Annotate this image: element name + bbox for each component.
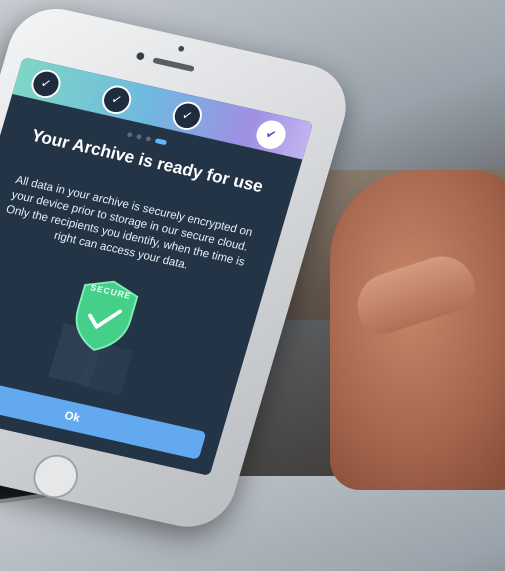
- page-dot: [145, 136, 152, 142]
- pagination-dots: [126, 131, 168, 146]
- step-1-check-icon: ✓: [27, 66, 64, 101]
- page-dot: [126, 131, 133, 138]
- phone-body: ✓ ✓ ✓ ✔ Your Archive is ready for use Al…: [0, 0, 357, 536]
- step-4-double-check-icon: ✔: [253, 117, 290, 152]
- page-dot: [136, 133, 143, 140]
- proximity-sensor: [177, 45, 185, 53]
- front-camera: [135, 51, 146, 61]
- page-dot-active: [154, 138, 168, 146]
- step-2-check-icon: ✓: [98, 82, 135, 117]
- home-button[interactable]: [28, 450, 84, 503]
- step-3-check-icon: ✓: [169, 98, 206, 133]
- secure-illustration: SECURE: [34, 264, 162, 405]
- earpiece-speaker: [152, 57, 195, 73]
- app-screen: ✓ ✓ ✓ ✔ Your Archive is ready for use Al…: [0, 57, 314, 476]
